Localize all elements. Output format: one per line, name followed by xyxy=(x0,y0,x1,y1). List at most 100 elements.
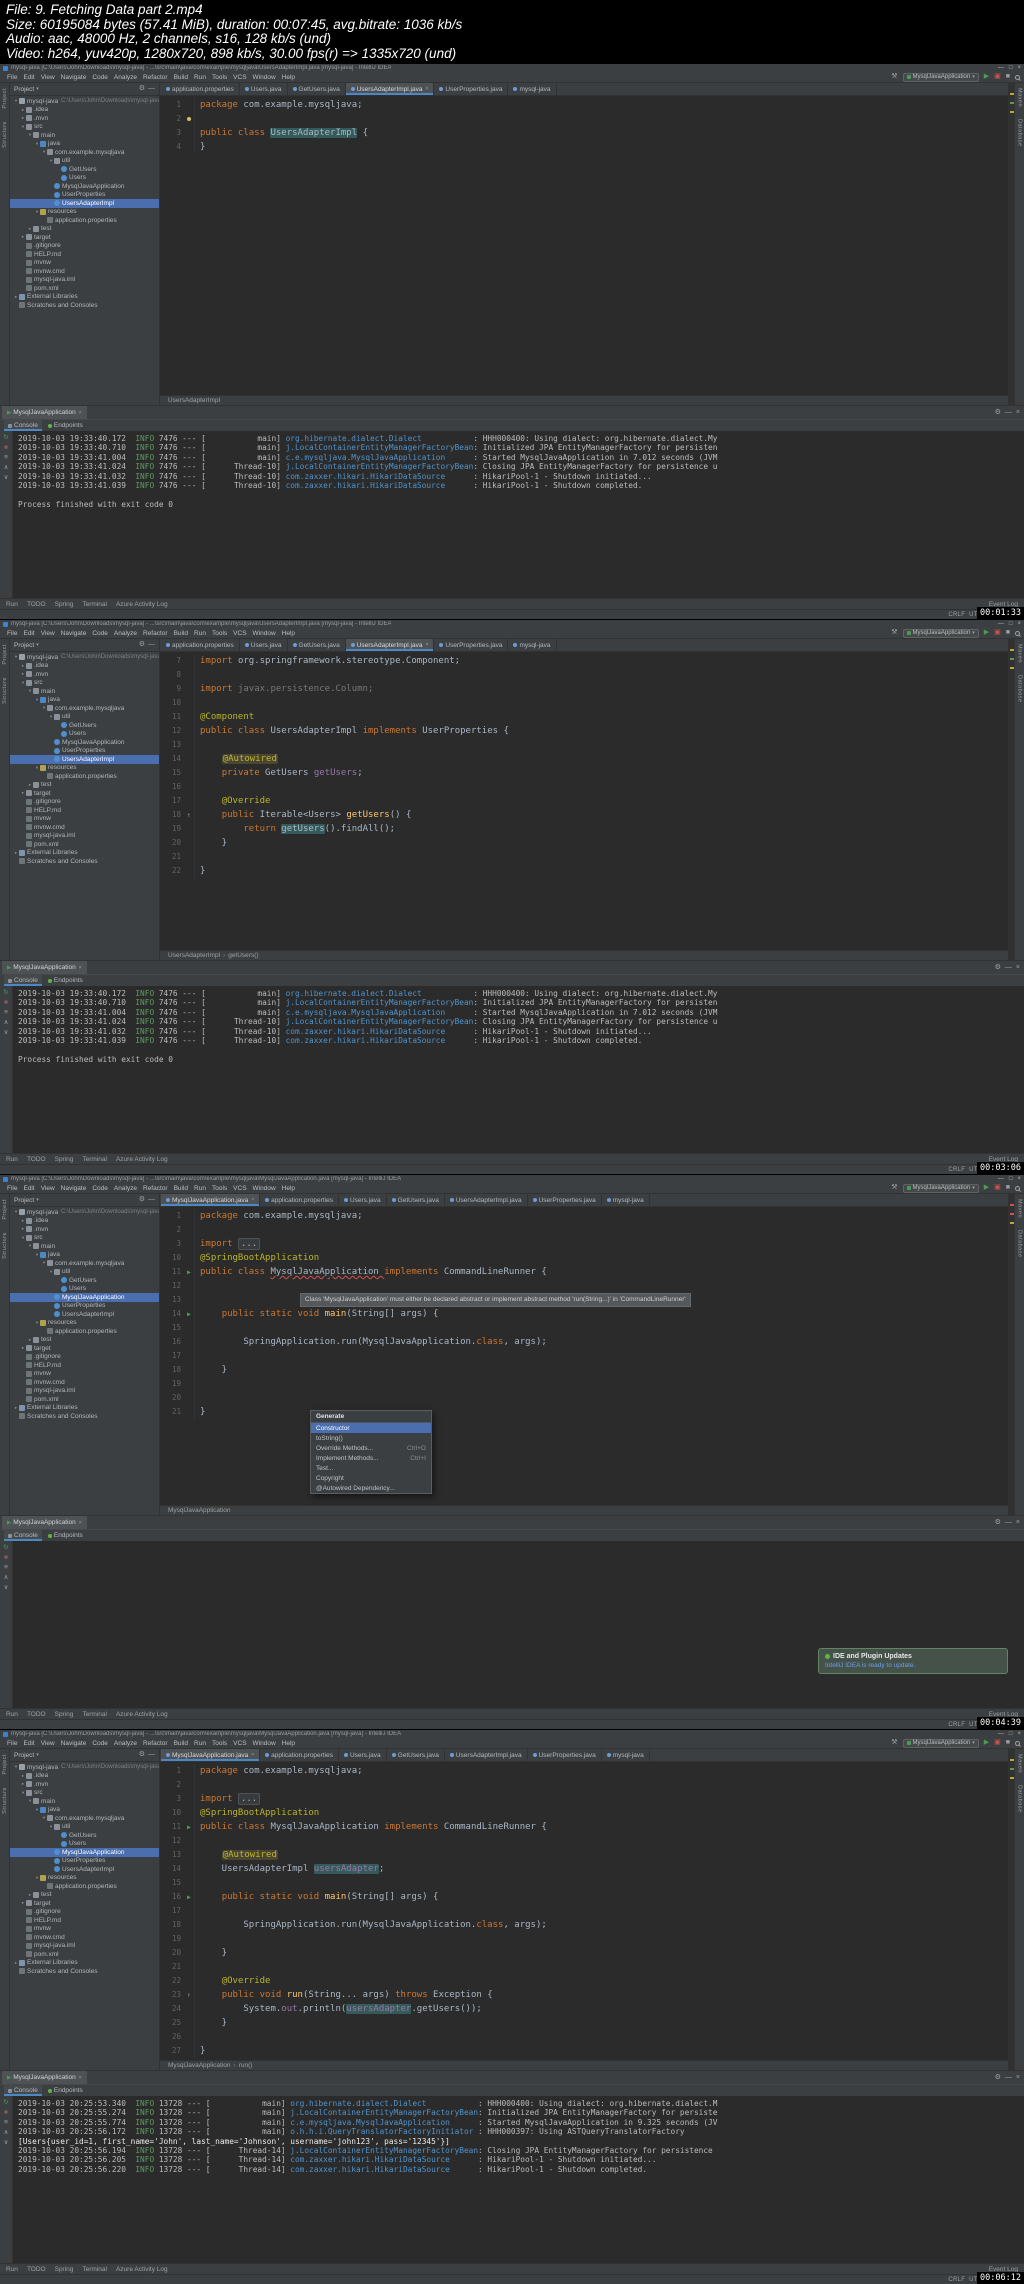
tree-item[interactable]: ▸ .mvn xyxy=(10,670,159,679)
list-icon[interactable]: ≡ xyxy=(4,1564,8,1571)
console-tab-endpoints[interactable]: Endpoints xyxy=(44,975,87,986)
menu-build[interactable]: Build xyxy=(171,630,191,637)
tool-tab-spring[interactable]: Spring xyxy=(55,2266,74,2273)
stop-icon[interactable]: ■ xyxy=(4,444,8,451)
menu-tools[interactable]: Tools xyxy=(209,74,230,81)
run-gutter-icon[interactable]: ▶ xyxy=(184,1890,194,1904)
tree-item[interactable]: ▾ com.example.mysqljava xyxy=(10,148,159,157)
code-line[interactable]: 11 ▶ public class MysqlJavaApplication imp… xyxy=(160,1265,1008,1279)
breadcrumb-item[interactable]: UsersAdapterImpl xyxy=(168,397,220,404)
menu-file[interactable]: File xyxy=(4,74,20,81)
close-icon[interactable]: × xyxy=(79,410,82,416)
tree-item[interactable]: mvnw.cmd xyxy=(10,267,159,276)
tab-userproperties-java[interactable]: UserProperties.java xyxy=(528,1194,602,1206)
tree-item[interactable]: UserProperties xyxy=(10,191,159,200)
close-button[interactable]: × xyxy=(1017,1175,1021,1183)
tree-item[interactable]: mvnw.cmd xyxy=(10,1933,159,1942)
run-icon[interactable]: ▶ xyxy=(984,1739,989,1747)
tool-tab-spring[interactable]: Spring xyxy=(55,601,74,608)
close-tab-icon[interactable]: × xyxy=(251,1197,254,1203)
menu-refactor[interactable]: Refactor xyxy=(140,1740,171,1747)
tree-item[interactable]: ▸ target xyxy=(10,233,159,242)
build-hammer-icon[interactable]: ⚒ xyxy=(891,629,897,637)
tree-item[interactable]: ▸ target xyxy=(10,1344,159,1353)
menu-help[interactable]: Help xyxy=(279,1740,298,1747)
tab-getusers-java[interactable]: GetUsers.java xyxy=(288,639,346,651)
tree-item[interactable]: ▾ com.example.mysqljava xyxy=(10,704,159,713)
code-line[interactable]: 15 xyxy=(160,1321,1008,1335)
tool-tab-run[interactable]: Run xyxy=(6,2266,18,2273)
scroll-up-icon[interactable]: ∧ xyxy=(4,1574,9,1581)
tree-item[interactable]: ▾ mysql-java C:\Users\John\Downloads\mysql… xyxy=(10,1208,159,1217)
hide-icon[interactable]: — xyxy=(1005,2074,1012,2082)
code-line[interactable]: 12 xyxy=(160,1834,1008,1848)
tree-item[interactable]: ▸ test xyxy=(10,781,159,790)
tab-mysql-java[interactable]: mysql-java xyxy=(508,639,557,651)
menu-analyze[interactable]: Analyze xyxy=(111,630,140,637)
menu-run[interactable]: Run xyxy=(191,1740,209,1747)
scroll-up-icon[interactable]: ∧ xyxy=(4,464,9,471)
settings-icon[interactable]: ⚙ xyxy=(139,85,145,93)
tool-tab-maven[interactable]: Maven xyxy=(1017,1754,1023,1773)
tree-item[interactable]: ▾ resources xyxy=(10,208,159,217)
tool-tab-project[interactable]: Project xyxy=(2,1754,8,1775)
settings-icon[interactable]: ⚙ xyxy=(139,1751,145,1759)
code-line[interactable]: 7 import org.springframework.stereotype.C… xyxy=(160,654,1008,668)
generate-popup-item-constructor[interactable]: Constructor xyxy=(311,1423,431,1433)
tool-tab-maven[interactable]: Maven xyxy=(1017,644,1023,663)
close-button[interactable]: × xyxy=(1017,1730,1021,1738)
tree-item[interactable]: ▾ main xyxy=(10,1797,159,1806)
generate-popup-item-copyright[interactable]: Copyright xyxy=(311,1473,431,1483)
maximize-button[interactable]: □ xyxy=(1009,1175,1013,1183)
code-line[interactable]: 18 } xyxy=(160,1363,1008,1377)
code-line[interactable]: 19 return getUsers().findAll(); xyxy=(160,822,1008,836)
tree-item[interactable]: ▾ src xyxy=(10,1234,159,1243)
hide-panel-icon[interactable]: — xyxy=(148,85,155,93)
tab-mysql-java[interactable]: mysql-java xyxy=(602,1194,650,1206)
menu-help[interactable]: Help xyxy=(279,630,298,637)
maximize-button[interactable]: □ xyxy=(1009,1730,1013,1738)
tree-item[interactable]: Users xyxy=(10,1840,159,1849)
code-line[interactable]: 20 xyxy=(160,1391,1008,1405)
run-icon[interactable]: ▶ xyxy=(984,73,989,81)
debug-icon[interactable]: ▣ xyxy=(994,1739,1001,1747)
tool-tab-todo[interactable]: TODO xyxy=(27,601,46,608)
tool-tab-terminal[interactable]: Terminal xyxy=(82,1711,107,1718)
close-button[interactable]: × xyxy=(1017,620,1021,628)
breadcrumb-item[interactable]: MysqlJavaApplication xyxy=(168,2062,231,2069)
tool-tab-terminal[interactable]: Terminal xyxy=(82,601,107,608)
tree-item[interactable]: .gitignore xyxy=(10,242,159,251)
tree-item[interactable]: ▸ .idea xyxy=(10,106,159,115)
tree-item[interactable]: ▸ test xyxy=(10,225,159,234)
tab-users-java[interactable]: Users.java xyxy=(240,639,288,651)
menu-vcs[interactable]: VCS xyxy=(230,74,249,81)
menu-refactor[interactable]: Refactor xyxy=(140,74,171,81)
tab-usersadapterimpl-java[interactable]: UsersAdapterImpl.java xyxy=(445,1749,528,1761)
menu-vcs[interactable]: VCS xyxy=(230,630,249,637)
code-line[interactable]: 17 xyxy=(160,1349,1008,1363)
run-tab[interactable]: ▶ MysqlJavaApplication × xyxy=(2,1516,87,1529)
minimize-button[interactable]: — xyxy=(998,1175,1004,1183)
menu-window[interactable]: Window xyxy=(250,630,279,637)
override-gutter-icon[interactable]: ↑ xyxy=(184,1988,194,2002)
breadcrumb-item[interactable]: MysqlJavaApplication xyxy=(168,1507,231,1514)
tree-item[interactable]: ▸ External Libraries xyxy=(10,1404,159,1413)
tool-tab-maven[interactable]: Maven xyxy=(1017,1199,1023,1218)
code-line[interactable]: 21 xyxy=(160,850,1008,864)
tree-item[interactable]: ▸ target xyxy=(10,1899,159,1908)
run-gutter-icon[interactable]: ▶ xyxy=(184,1265,194,1279)
menu-file[interactable]: File xyxy=(4,1740,20,1747)
tool-tab-project[interactable]: Project xyxy=(2,88,8,109)
menu-edit[interactable]: Edit xyxy=(20,1185,37,1192)
run-config-selector[interactable]: MysqlJavaApplication ▾ xyxy=(902,1738,979,1748)
tool-tab-todo[interactable]: TODO xyxy=(27,2266,46,2273)
tree-item[interactable]: ▸ .idea xyxy=(10,1772,159,1781)
tree-item[interactable]: MysqlJavaApplication xyxy=(10,1848,159,1857)
tab-getusers-java[interactable]: GetUsers.java xyxy=(288,83,346,95)
close-tab-icon[interactable]: × xyxy=(425,642,428,648)
tree-item[interactable]: .gitignore xyxy=(10,1908,159,1917)
tab-usersadapterimpl-java[interactable]: UsersAdapterImpl.java xyxy=(445,1194,528,1206)
tree-item[interactable]: Scratches and Consoles xyxy=(10,1967,159,1976)
menu-view[interactable]: View xyxy=(38,74,58,81)
tree-item[interactable]: mysql-java.iml xyxy=(10,1387,159,1396)
